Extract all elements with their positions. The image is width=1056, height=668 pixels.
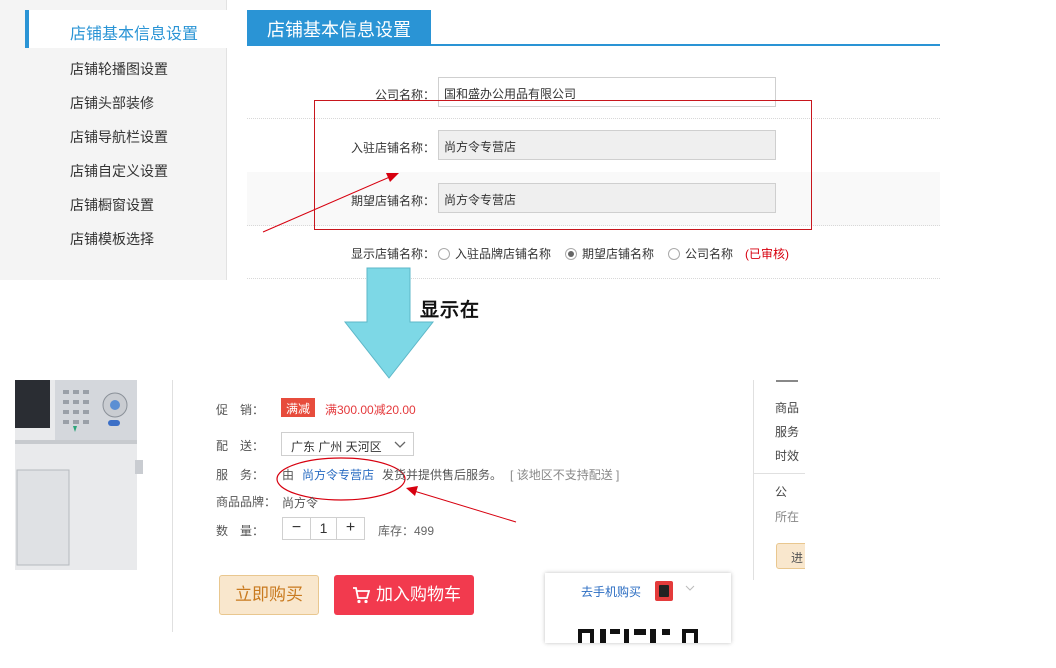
promo-text: 满300.00减20.00 xyxy=(325,403,416,417)
service-store-link[interactable]: 尚方令专营店 xyxy=(302,468,374,482)
sidebar-item-showcase[interactable]: 店铺橱窗设置 xyxy=(70,195,154,215)
cart-icon xyxy=(353,587,370,604)
divider-line xyxy=(753,473,805,474)
chevron-down-icon xyxy=(685,585,695,591)
stock-count: 库存：499 xyxy=(378,524,435,538)
radio-label: 期望店铺名称 xyxy=(582,247,655,261)
mobile-buy-label: 去手机购买 xyxy=(581,585,642,599)
promo-badge: 满减 xyxy=(281,398,315,417)
sidebar-item-label: 店铺基本信息设置 xyxy=(70,26,199,43)
delivery-label: 配 送： xyxy=(216,439,265,453)
add-to-cart-button[interactable]: 加入购物车 xyxy=(334,575,474,615)
display-store-name-label: 显示店铺名称： xyxy=(350,247,435,261)
right-panel-item: 服务 xyxy=(775,425,800,439)
big-down-arrow-icon xyxy=(343,267,435,379)
delivery-region-select[interactable]: 广东 广州 天河区 xyxy=(281,432,414,456)
radio-label: 入驻品牌店铺名称 xyxy=(455,247,552,261)
sidebar-item-template[interactable]: 店铺模板选择 xyxy=(70,229,154,249)
radio-icon[interactable] xyxy=(668,247,680,260)
right-panel-item: 公 xyxy=(775,485,788,499)
service-suffix: 发货并提供售后服务。 xyxy=(382,468,503,482)
radio-settle-brand-name[interactable]: 入驻品牌店铺名称 xyxy=(438,245,551,262)
radio-label: 公司名称 xyxy=(685,247,734,261)
sidebar: 店铺基本信息设置 店铺轮播图设置 店铺头部装修 店铺导航栏设置 店铺自定义设置 … xyxy=(0,0,227,280)
brand-value: 尚方令 xyxy=(282,496,319,510)
sidebar-item-custom-settings[interactable]: 店铺自定义设置 xyxy=(70,161,168,181)
audit-status: (已审核) xyxy=(745,247,790,261)
arrow-caption: 显示在 xyxy=(420,300,481,321)
radio-company-name[interactable]: 公司名称 (已审核) xyxy=(668,245,789,262)
annotation-highlight-box xyxy=(314,100,812,230)
add-to-cart-label: 加入购物车 xyxy=(376,585,461,604)
mobile-buy-card[interactable]: 去手机购买 xyxy=(545,573,731,643)
radio-icon[interactable] xyxy=(565,247,577,260)
right-panel-item: 商品 xyxy=(775,401,800,415)
quantity-stepper[interactable]: − 1 + xyxy=(282,517,365,540)
tab-basic-info[interactable]: 店铺基本信息设置 xyxy=(247,10,431,45)
radio-icon[interactable] xyxy=(438,247,450,260)
right-crop-mask xyxy=(805,380,1056,668)
promo-label: 促 销： xyxy=(216,403,265,417)
plus-button[interactable]: + xyxy=(337,518,364,539)
brand-label: 商品品牌： xyxy=(216,495,277,509)
row-divider xyxy=(247,278,940,279)
quantity-label: 数 量： xyxy=(216,524,265,538)
minus-button[interactable]: − xyxy=(283,518,310,539)
phone-icon xyxy=(655,581,673,601)
service-info: 由尚方令专营店 发货并提供售后服务。 [ 该地区不支持配送 ] xyxy=(282,466,619,483)
divider-line xyxy=(172,380,173,632)
tab-underline xyxy=(247,44,940,46)
sidebar-item-header-decor[interactable]: 店铺头部装修 xyxy=(70,93,154,113)
divider-line xyxy=(753,380,754,580)
sidebar-item-nav-settings[interactable]: 店铺导航栏设置 xyxy=(70,127,168,147)
service-label: 服 务： xyxy=(216,468,265,482)
cropped-text-fragment xyxy=(776,380,798,382)
sidebar-item-basic-info[interactable]: 店铺基本信息设置 xyxy=(25,10,227,48)
right-panel-item: 时效 xyxy=(775,449,800,463)
product-image xyxy=(15,380,143,570)
qr-code-icon xyxy=(578,629,698,643)
chevron-down-icon xyxy=(394,441,406,448)
service-prefix: 由 xyxy=(282,468,295,482)
quantity-input[interactable]: 1 xyxy=(310,518,337,539)
sidebar-item-carousel[interactable]: 店铺轮播图设置 xyxy=(70,59,168,79)
service-note: [ 该地区不支持配送 ] xyxy=(510,468,620,482)
radio-expect-name[interactable]: 期望店铺名称 xyxy=(565,245,654,262)
buy-now-button[interactable]: 立即购买 xyxy=(219,575,319,615)
region-value: 广东 广州 天河区 xyxy=(291,440,382,454)
right-panel-item: 所在 xyxy=(775,510,800,524)
